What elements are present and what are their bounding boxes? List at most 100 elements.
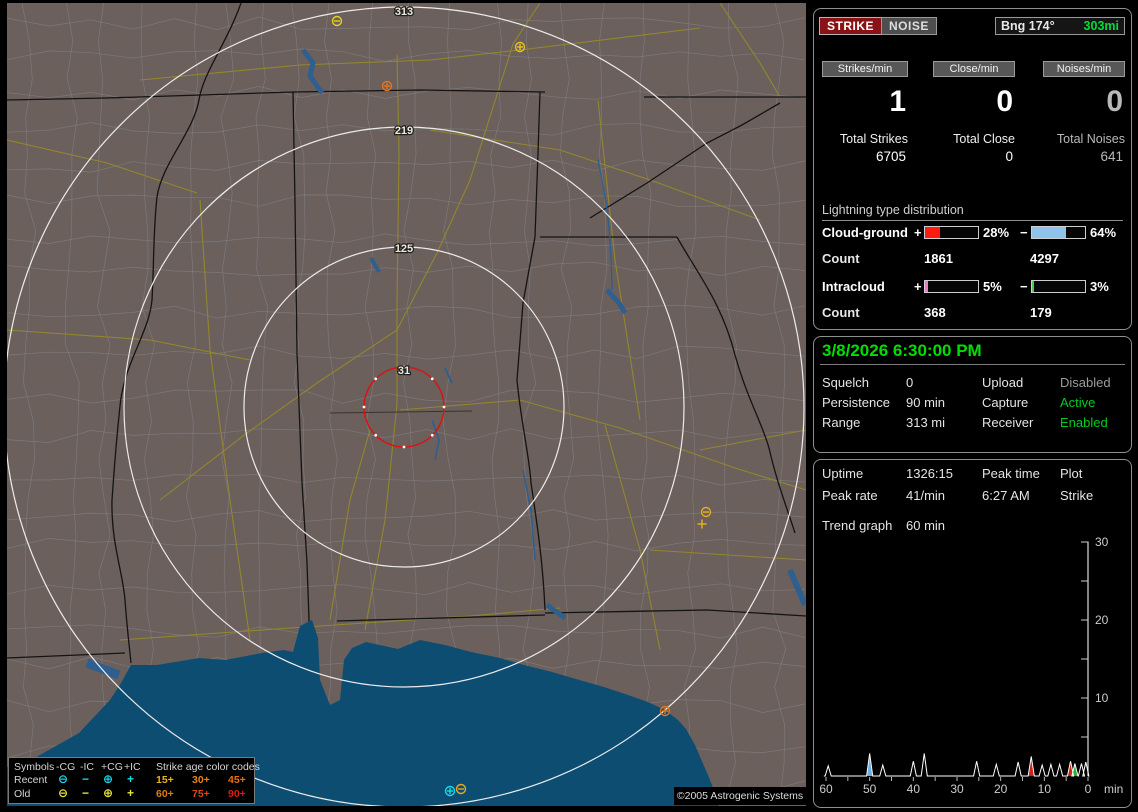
total-noises-value: 641: [1043, 149, 1125, 164]
total-close-value: 0: [933, 149, 1015, 164]
svg-text:20: 20: [1095, 613, 1109, 627]
svg-text:50: 50: [863, 782, 877, 796]
bearing-display: Bng 174° 303mi: [995, 17, 1125, 35]
uptime-value: 1326:15: [906, 466, 953, 481]
plus-sign: +: [914, 279, 922, 294]
uptime-label: Uptime: [822, 466, 863, 481]
legend-header: Strike age color codes: [156, 761, 260, 773]
strikes-per-min-value: 1: [822, 85, 908, 119]
bearing-value: Bng 174°: [1001, 18, 1055, 34]
trend-graph-window: 60 min: [906, 518, 945, 533]
svg-text:60: 60: [819, 782, 833, 796]
ic-positive-bar: [924, 280, 979, 293]
datetime-display: 3/8/2026 6:30:00 PM: [822, 341, 982, 361]
ic-positive-count: 368: [924, 305, 946, 320]
strike-button[interactable]: STRIKE: [819, 17, 882, 35]
status-row: Persistence 90 min Capture Active: [814, 395, 1131, 411]
close-per-min-chip[interactable]: Close/min: [933, 61, 1015, 77]
legend-header: Symbols: [14, 761, 54, 773]
cloud-ground-count-row: Count 1861 4297: [814, 251, 1131, 266]
svg-text:30: 30: [950, 782, 964, 796]
legend-symbol-icon: ⊖: [58, 772, 68, 786]
count-label: Count: [822, 305, 860, 320]
trend-panel: Uptime 1326:15 Peak time Plot Peak rate …: [813, 459, 1132, 808]
intracloud-count-row: Count 368 179: [814, 305, 1131, 320]
noises-column: Noises/min 0 Total Noises 641: [1043, 61, 1125, 164]
total-strikes-value: 6705: [822, 149, 908, 164]
cg-positive-bar: [924, 226, 979, 239]
minus-sign: −: [1020, 225, 1028, 240]
peak-time-value: 6:27 AM: [982, 488, 1030, 503]
distribution-title: Lightning type distribution: [822, 203, 1123, 221]
ic-negative-bar: [1031, 280, 1086, 293]
legend-symbol-icon: +: [127, 772, 134, 786]
range-ring-label: 313: [395, 6, 413, 18]
strikes-per-min-chip[interactable]: Strikes/min: [822, 61, 908, 77]
count-label: Count: [822, 251, 860, 266]
receiver-state: Enabled: [1060, 415, 1108, 430]
legend-age-code: 45+: [228, 774, 246, 786]
svg-text:10: 10: [1095, 691, 1109, 705]
svg-text:20: 20: [994, 782, 1008, 796]
lightning-map[interactable]: 313 219 125 31 Symbols-CG-IC+CG+ICStrike ag…: [7, 3, 806, 806]
noise-button[interactable]: NOISE: [881, 17, 937, 35]
legend-symbol-icon: ⊖: [58, 786, 68, 800]
cg-negative-pct: 64%: [1090, 225, 1116, 240]
legend-row-label: Old: [14, 788, 30, 800]
legend-symbol-icon: −: [82, 772, 89, 786]
persistence-value: 90 min: [906, 395, 945, 410]
cg-negative-bar: [1031, 226, 1086, 239]
upload-label: Upload: [982, 375, 1023, 390]
svg-text:10: 10: [1038, 782, 1052, 796]
symbols-legend: Symbols-CG-IC+CG+ICStrike age color code…: [8, 757, 255, 804]
close-column: Close/min 0 Total Close 0: [933, 61, 1015, 164]
trend-row: Trend graph 60 min: [814, 518, 1131, 534]
total-close-label: Total Close: [933, 132, 1015, 146]
svg-text:0: 0: [1085, 782, 1092, 796]
ic-negative-pct: 3%: [1090, 279, 1109, 294]
legend-row-label: Recent: [14, 774, 47, 786]
total-noises-label: Total Noises: [1043, 132, 1125, 146]
ic-negative-count: 179: [1030, 305, 1052, 320]
upload-state: Disabled: [1060, 375, 1111, 390]
squelch-value: 0: [906, 375, 913, 390]
distance-value: 303mi: [1084, 18, 1119, 34]
stats-row: Peak rate 41/min 6:27 AM Strike: [814, 488, 1131, 504]
legend-age-code: 60+: [156, 788, 174, 800]
range-ring-label: 125: [395, 243, 413, 255]
receiver-label: Receiver: [982, 415, 1033, 430]
peak-rate-value: 41/min: [906, 488, 945, 503]
plus-sign: +: [914, 225, 922, 240]
legend-symbol-icon: ⊕: [103, 786, 113, 800]
copyright: ©2005 Astrogenic Systems: [674, 787, 806, 805]
status-row: Range 313 mi Receiver Enabled: [814, 415, 1131, 431]
ic-positive-pct: 5%: [983, 279, 1002, 294]
map-canvas: 313 219 125 31: [7, 3, 806, 806]
stats-row: Uptime 1326:15 Peak time Plot: [814, 466, 1131, 482]
trend-graph: 30 20 10 60 50 40 30 20 10 0 min: [816, 536, 1130, 806]
status-panel: 3/8/2026 6:30:00 PM Squelch 0 Upload Dis…: [813, 336, 1132, 453]
svg-text:30: 30: [1095, 536, 1109, 549]
persistence-label: Persistence: [822, 395, 890, 410]
legend-age-code: 30+: [192, 774, 210, 786]
capture-state: Active: [1060, 395, 1095, 410]
range-ring-label: 31: [398, 365, 410, 377]
cg-negative-count: 4297: [1030, 251, 1059, 266]
legend-symbol-icon: +: [127, 786, 134, 800]
svg-text:min: min: [1104, 782, 1123, 796]
svg-text:40: 40: [907, 782, 921, 796]
strikes-column: Strikes/min 1 Total Strikes 6705: [822, 61, 908, 164]
legend-age-code: 90+: [228, 788, 246, 800]
intracloud-row: Intracloud + 5% − 3%: [814, 279, 1131, 294]
close-per-min-value: 0: [933, 85, 1015, 119]
intracloud-label: Intracloud: [822, 279, 885, 294]
cloud-ground-row: Cloud-ground + 28% − 64%: [814, 225, 1131, 240]
cg-positive-count: 1861: [924, 251, 953, 266]
noises-per-min-value: 0: [1043, 85, 1125, 119]
range-ring-label: 219: [395, 125, 413, 137]
legend-age-code: 75+: [192, 788, 210, 800]
noises-per-min-chip[interactable]: Noises/min: [1043, 61, 1125, 77]
status-row: Squelch 0 Upload Disabled: [814, 375, 1131, 391]
range-label: Range: [822, 415, 860, 430]
range-value: 313 mi: [906, 415, 945, 430]
